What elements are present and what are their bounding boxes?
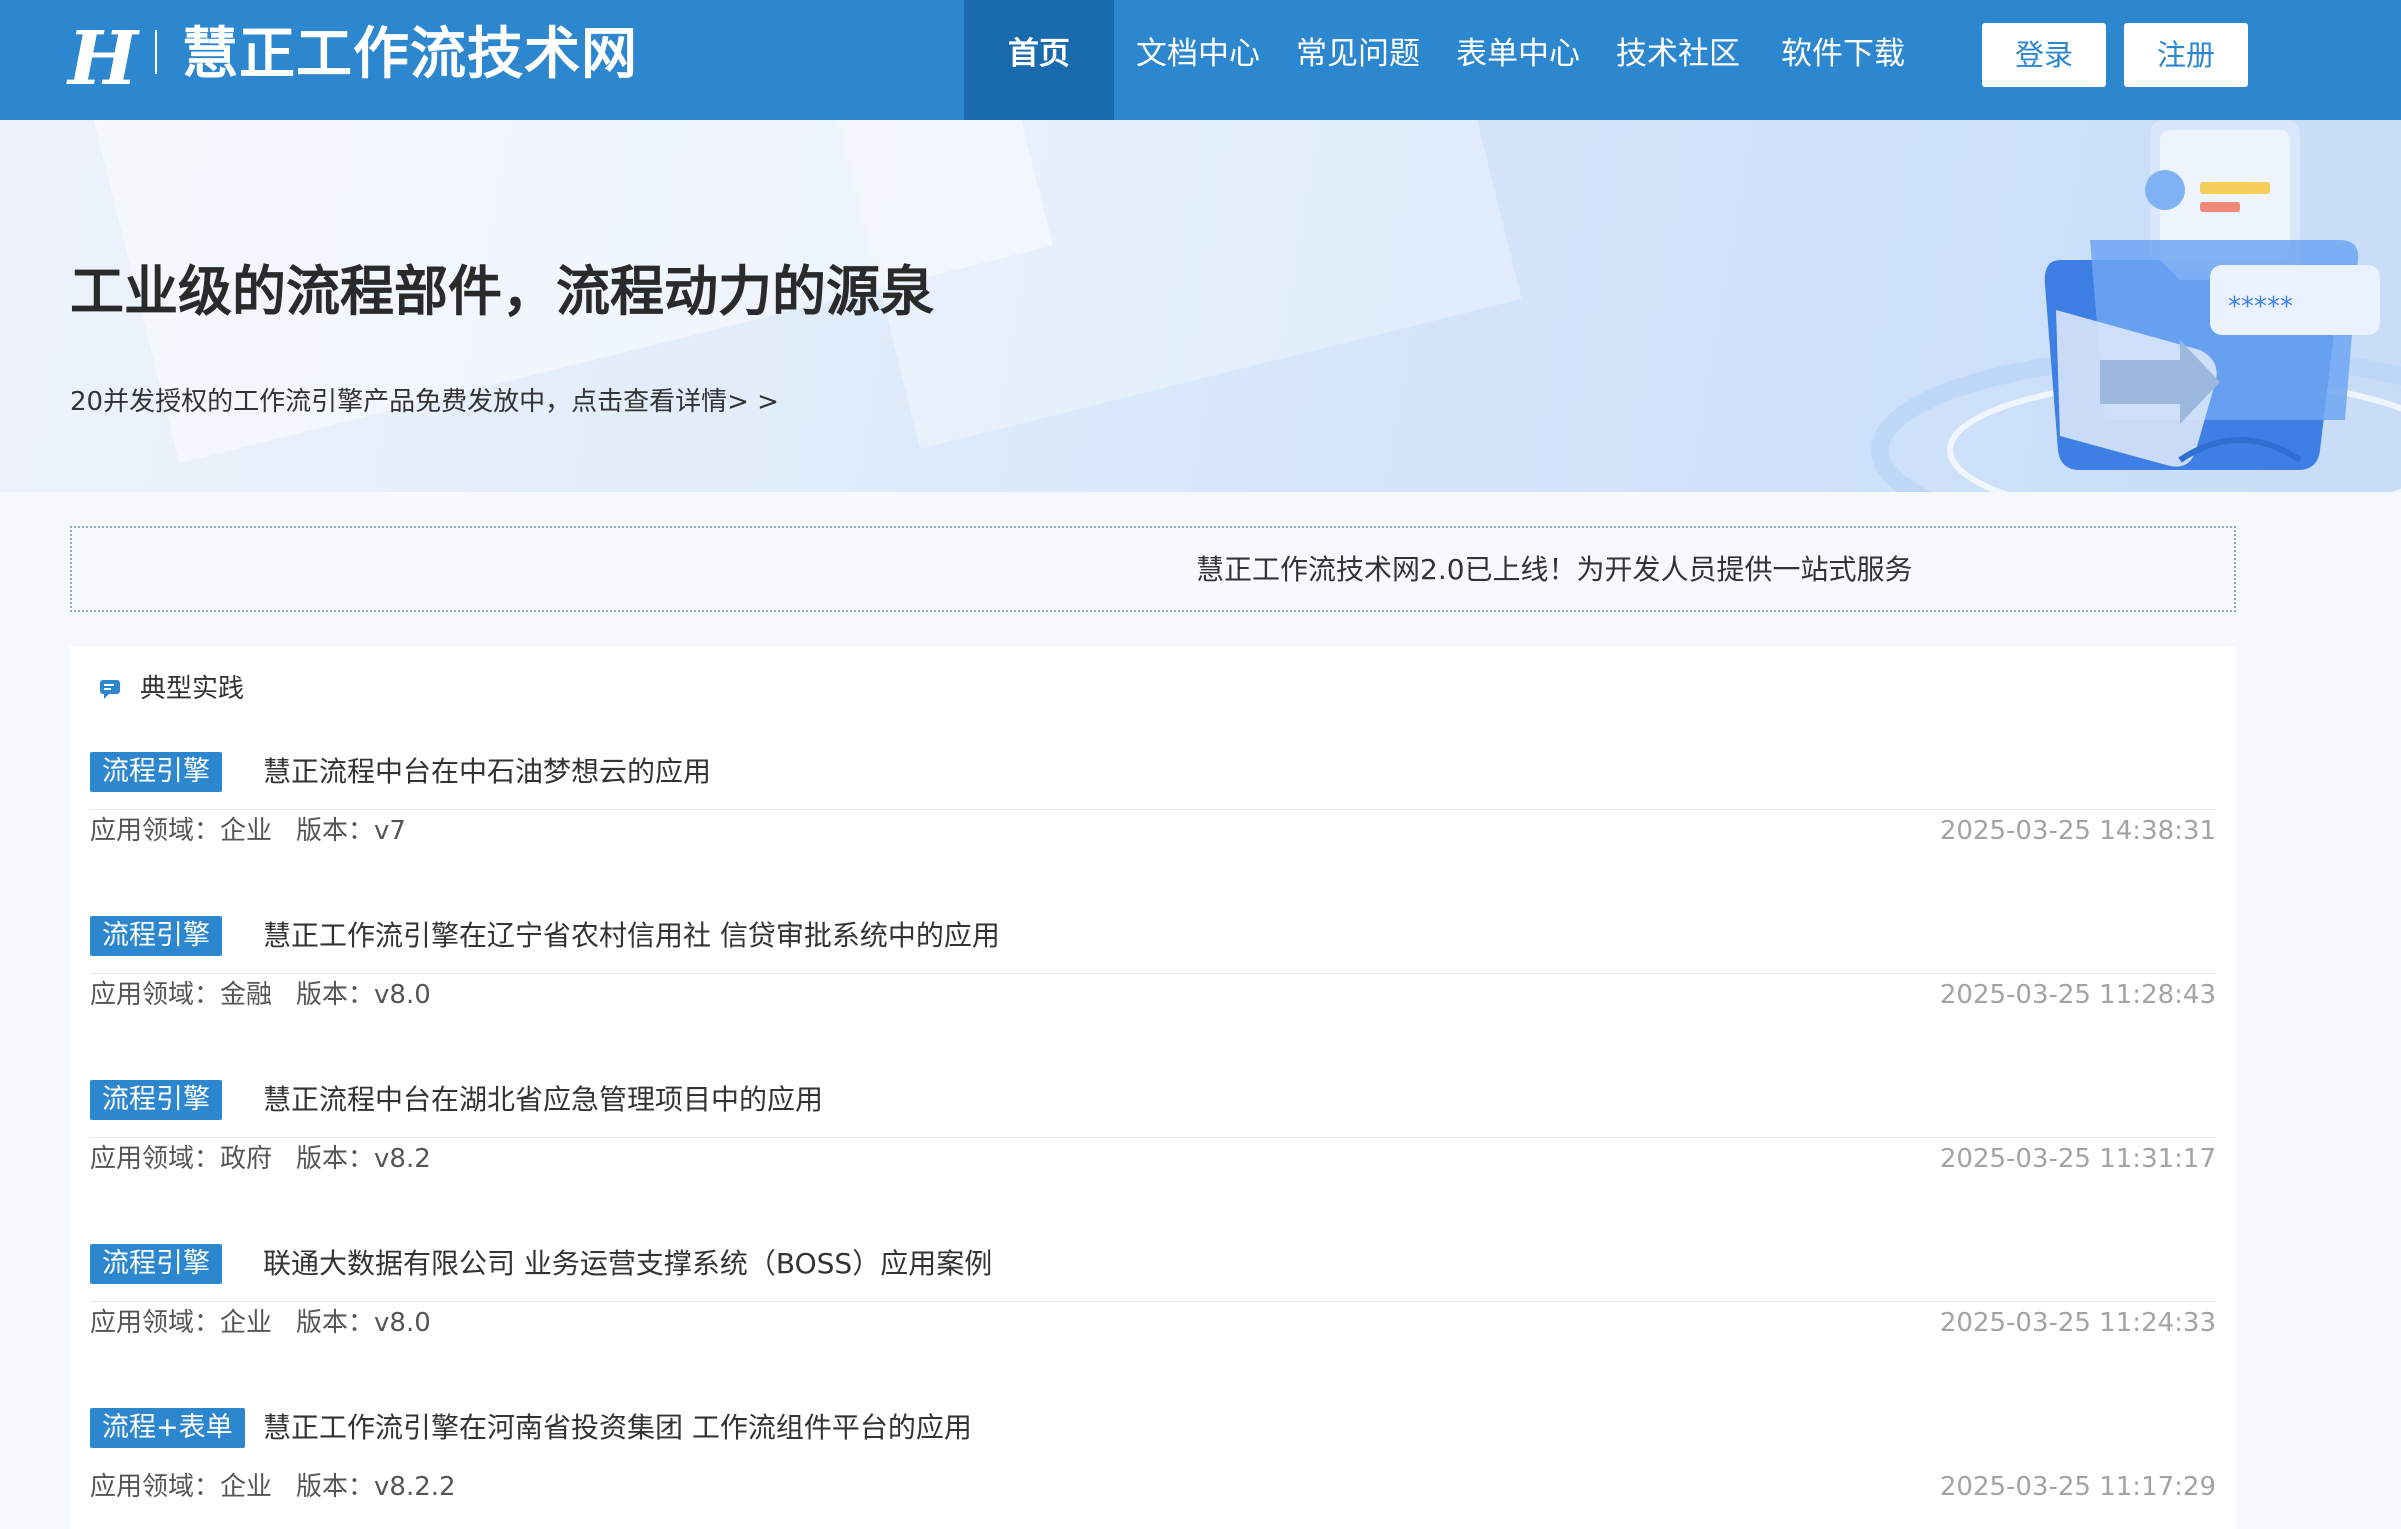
- practice-item: 流程引擎 慧正流程中台在中石油梦想云的应用 应用领域：企业 版本：v7 2025-…: [90, 646, 2216, 846]
- register-button[interactable]: 注册: [2124, 23, 2248, 87]
- practice-date: 2025-03-25 11:17:29: [1939, 1472, 2216, 1502]
- field-label: 应用领域：: [90, 1472, 221, 1502]
- nav-item-docs[interactable]: 文档中心: [1130, 0, 1266, 120]
- category-tag: 流程引擎: [90, 1080, 222, 1120]
- practice-item: 流程引擎 联通大数据有限公司 业务运营支撑系统（BOSS）应用案例 应用领域：企…: [90, 1138, 2216, 1338]
- version-label: 版本：: [296, 1472, 375, 1502]
- hero-banner: 工业级的流程部件，流程动力的源泉 20并发授权的工作流引擎产品免费发放中，点击查…: [0, 120, 2401, 492]
- banner-title: 工业级的流程部件，流程动力的源泉: [70, 260, 934, 323]
- practice-title-link[interactable]: 慧正工作流引擎在辽宁省农村信用社 信贷审批系统中的应用: [263, 916, 1000, 956]
- nav-item-home[interactable]: 首页: [964, 0, 1114, 120]
- practice-meta: 应用领域：企业 版本：v8.2.2: [90, 1467, 456, 1507]
- top-header: H 慧正工作流技术网 首页 文档中心 常见问题 表单中心 技术社区 软件下载 登…: [0, 0, 2401, 120]
- announcement-text[interactable]: 慧正工作流技术网2.0已上线！为开发人员提供一站式服务: [1196, 550, 1913, 590]
- login-button[interactable]: 登录: [1982, 23, 2106, 87]
- practice-title-link[interactable]: 慧正流程中台在湖北省应急管理项目中的应用: [263, 1080, 823, 1120]
- folder-illustration-icon: *****: [1871, 120, 2401, 492]
- version-value: v8.2.2: [374, 1472, 456, 1502]
- banner-promo-link[interactable]: 20并发授权的工作流引擎产品免费发放中，点击查看详情> >: [70, 382, 779, 422]
- svg-text:*****: *****: [2228, 292, 2293, 322]
- practice-item: 流程+表单 慧正工作流引擎在河南省投资集团 工作流组件平台的应用 应用领域：企业…: [90, 1302, 2216, 1502]
- category-tag: 流程+表单: [90, 1408, 245, 1448]
- practices-panel: 典型实践 流程引擎 慧正流程中台在中石油梦想云的应用 应用领域：企业 版本：v7 …: [70, 646, 2236, 1529]
- category-tag: 流程引擎: [90, 752, 222, 792]
- nav-item-community[interactable]: 技术社区: [1610, 0, 1746, 120]
- announcement-bar: 慧正工作流技术网2.0已上线！为开发人员提供一站式服务: [70, 526, 2236, 612]
- practice-title-link[interactable]: 慧正工作流引擎在河南省投资集团 工作流组件平台的应用: [263, 1408, 972, 1448]
- site-title[interactable]: 慧正工作流技术网: [182, 20, 638, 90]
- practice-item: 流程引擎 慧正工作流引擎在辽宁省农村信用社 信贷审批系统中的应用 应用领域：金融…: [90, 810, 2216, 1010]
- category-tag: 流程引擎: [90, 1244, 222, 1284]
- site-logo[interactable]: H: [68, 16, 138, 102]
- nav-item-forms[interactable]: 表单中心: [1450, 0, 1586, 120]
- practice-title-link[interactable]: 慧正流程中台在中石油梦想云的应用: [263, 752, 711, 792]
- practice-title-link[interactable]: 联通大数据有限公司 业务运营支撑系统（BOSS）应用案例: [263, 1244, 992, 1284]
- category-tag: 流程引擎: [90, 916, 222, 956]
- nav-item-download[interactable]: 软件下载: [1775, 0, 1911, 120]
- logo-divider: [155, 30, 157, 74]
- practice-item: 流程引擎 慧正流程中台在湖北省应急管理项目中的应用 应用领域：政府 版本：v8.2…: [90, 974, 2216, 1174]
- nav-item-faq[interactable]: 常见问题: [1290, 0, 1426, 120]
- field-value: 企业: [220, 1472, 273, 1502]
